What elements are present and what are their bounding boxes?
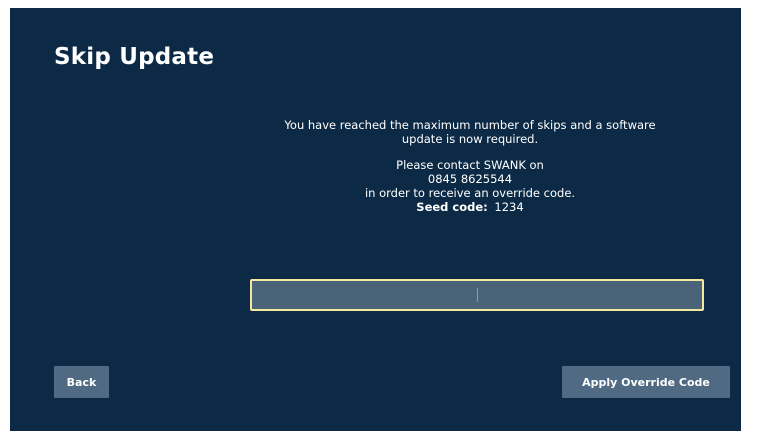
text-cursor [477,288,478,302]
contact-line: Please contact SWANK on [396,158,544,172]
skip-update-screen: Skip Update You have reached the maximum… [10,8,741,431]
seed-code: Seed code: 1234 [240,200,700,214]
back-button[interactable]: Back [54,366,109,398]
message-line-1: You have reached the maximum number of s… [284,118,656,132]
page-title: Skip Update [54,44,215,70]
contact-instructions: in order to receive an override code. [364,186,576,200]
contact-phone: 0845 8625544 [427,172,513,186]
skip-limit-message: You have reached the maximum number of s… [240,118,700,214]
message-line-2: update is now required. [401,132,539,146]
seed-code-value: 1234 [494,200,524,214]
seed-code-label: Seed code: [416,200,488,214]
apply-override-code-button[interactable]: Apply Override Code [562,366,730,398]
